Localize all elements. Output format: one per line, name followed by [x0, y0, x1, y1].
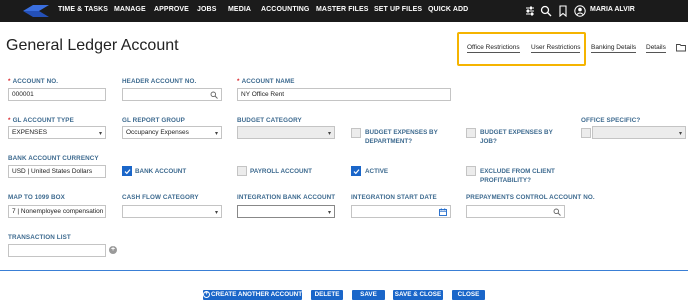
search-icon[interactable]: [553, 208, 561, 216]
office-specific-label: OFFICE SPECIFIC?: [581, 117, 641, 124]
close-button[interactable]: CLOSE: [452, 290, 485, 300]
nav-time-tasks[interactable]: TIME & TASKS: [58, 6, 108, 13]
nav-set-up-files[interactable]: SET UP FILES: [374, 6, 422, 13]
nav-master-files[interactable]: MASTER FILES: [316, 6, 369, 13]
chevron-down-icon: ▾: [214, 210, 218, 216]
tab-banking-details[interactable]: Banking Details: [591, 44, 637, 53]
nav-quick-add[interactable]: QUICK ADD: [428, 6, 468, 13]
integration-bank-account-select[interactable]: ▾: [237, 205, 335, 218]
active-checkbox[interactable]: [351, 166, 361, 176]
header-account-no-input[interactable]: [122, 88, 222, 101]
add-icon[interactable]: +: [109, 246, 117, 254]
office-specific-select[interactable]: ▾: [592, 126, 686, 139]
search-icon[interactable]: [540, 5, 552, 17]
bank-account-label: BANK ACCOUNT: [135, 168, 187, 175]
bookmark-icon[interactable]: [557, 5, 569, 17]
chevron-down-icon: ▾: [214, 131, 218, 137]
budget-by-department-label: BUDGET EXPENSES BY DEPARTMENT?: [365, 129, 438, 145]
sliders-icon[interactable]: [524, 5, 536, 17]
prepayments-control-label: PREPAYMENTS CONTROL ACCOUNT NO.: [466, 194, 595, 201]
bank-account-currency-select[interactable]: USD | United States Dollars: [8, 165, 106, 178]
cash-flow-category-select[interactable]: ▾: [122, 205, 222, 218]
nav-jobs[interactable]: JOBS: [197, 6, 216, 13]
cash-flow-category-label: CASH FLOW CATEGORY: [122, 194, 199, 201]
header-account-no-label: HEADER ACCOUNT NO.: [122, 78, 197, 85]
integration-start-date-input[interactable]: [351, 205, 451, 218]
budget-by-job-checkbox[interactable]: [466, 128, 476, 138]
account-no-input[interactable]: 000001: [8, 88, 106, 101]
office-specific-checkbox[interactable]: [581, 128, 591, 138]
bank-account-checkbox[interactable]: [122, 166, 132, 176]
folder-icon[interactable]: [676, 43, 686, 52]
plus-circle-icon: +: [203, 290, 210, 298]
save-and-close-button[interactable]: SAVE & CLOSE: [393, 290, 443, 300]
budget-category-select[interactable]: ▾: [237, 126, 335, 139]
chevron-down-icon: ▾: [98, 131, 102, 137]
account-no-label: * ACCOUNT NO.: [8, 78, 59, 85]
create-another-account-button[interactable]: + CREATE ANOTHER ACCOUNT: [203, 290, 302, 300]
prepayments-control-input[interactable]: [466, 205, 565, 218]
gl-report-group-label: GL REPORT GROUP: [122, 117, 185, 124]
user-name[interactable]: MARIA ALVIR: [590, 6, 635, 13]
budget-category-label: BUDGET CATEGORY: [237, 117, 302, 124]
chevron-down-icon: ▾: [678, 131, 682, 137]
nav-manage[interactable]: MANAGE: [114, 6, 146, 13]
budget-by-job-label: BUDGET EXPENSES BY JOB?: [480, 129, 553, 145]
delete-button[interactable]: DELETE: [311, 290, 343, 300]
map-to-1099-label: MAP TO 1099 BOX: [8, 194, 65, 201]
nav-approve[interactable]: APPROVE: [154, 6, 189, 13]
checkmark-icon: [353, 169, 360, 175]
integration-start-date-label: INTEGRATION START DATE: [351, 194, 437, 201]
chevron-down-icon: ▾: [327, 210, 331, 216]
budget-by-department-checkbox[interactable]: [351, 128, 361, 138]
nav-accounting[interactable]: ACCOUNTING: [261, 6, 309, 13]
integration-bank-account-label: INTEGRATION BANK ACCOUNT: [237, 194, 336, 201]
active-label: ACTIVE: [365, 168, 389, 175]
user-avatar-icon[interactable]: [574, 5, 586, 17]
transaction-list-input[interactable]: [8, 244, 106, 257]
account-name-label: * ACCOUNT NAME: [237, 78, 295, 85]
page-title: General Ledger Account: [6, 37, 179, 54]
exclude-profitability-checkbox[interactable]: [466, 166, 476, 176]
tab-details[interactable]: Details: [646, 44, 666, 53]
bank-account-currency-label: BANK ACCOUNT CURRENCY: [8, 155, 99, 162]
top-nav-bar: TIME & TASKS MANAGE APPROVE JOBS MEDIA A…: [0, 0, 688, 22]
tab-user-restrictions[interactable]: User Restrictions: [531, 44, 581, 53]
gl-account-type-label: * GL ACCOUNT TYPE: [8, 117, 74, 124]
payroll-account-label: PAYROLL ACCOUNT: [250, 168, 312, 175]
gl-report-group-select[interactable]: Occupancy Expenses ▾: [122, 126, 222, 139]
logo-icon[interactable]: [23, 4, 49, 18]
footer-divider: [0, 270, 688, 271]
map-to-1099-select[interactable]: 7 | Nonemployee compensation: [8, 205, 106, 218]
chevron-down-icon: ▾: [327, 131, 331, 137]
account-name-input[interactable]: NY Office Rent: [237, 88, 451, 101]
tab-office-restrictions[interactable]: Office Restrictions: [467, 44, 520, 53]
checkmark-icon: [124, 169, 131, 175]
payroll-account-checkbox[interactable]: [237, 166, 247, 176]
transaction-list-label: TRANSACTION LIST: [8, 234, 71, 241]
calendar-icon[interactable]: [439, 208, 447, 216]
gl-account-type-select[interactable]: EXPENSES ▾: [8, 126, 106, 139]
save-button[interactable]: SAVE: [352, 290, 385, 300]
nav-media[interactable]: MEDIA: [228, 6, 251, 13]
search-icon[interactable]: [210, 91, 218, 99]
exclude-profitability-label: EXCLUDE FROM CLIENT PROFITABILITY?: [480, 168, 555, 184]
